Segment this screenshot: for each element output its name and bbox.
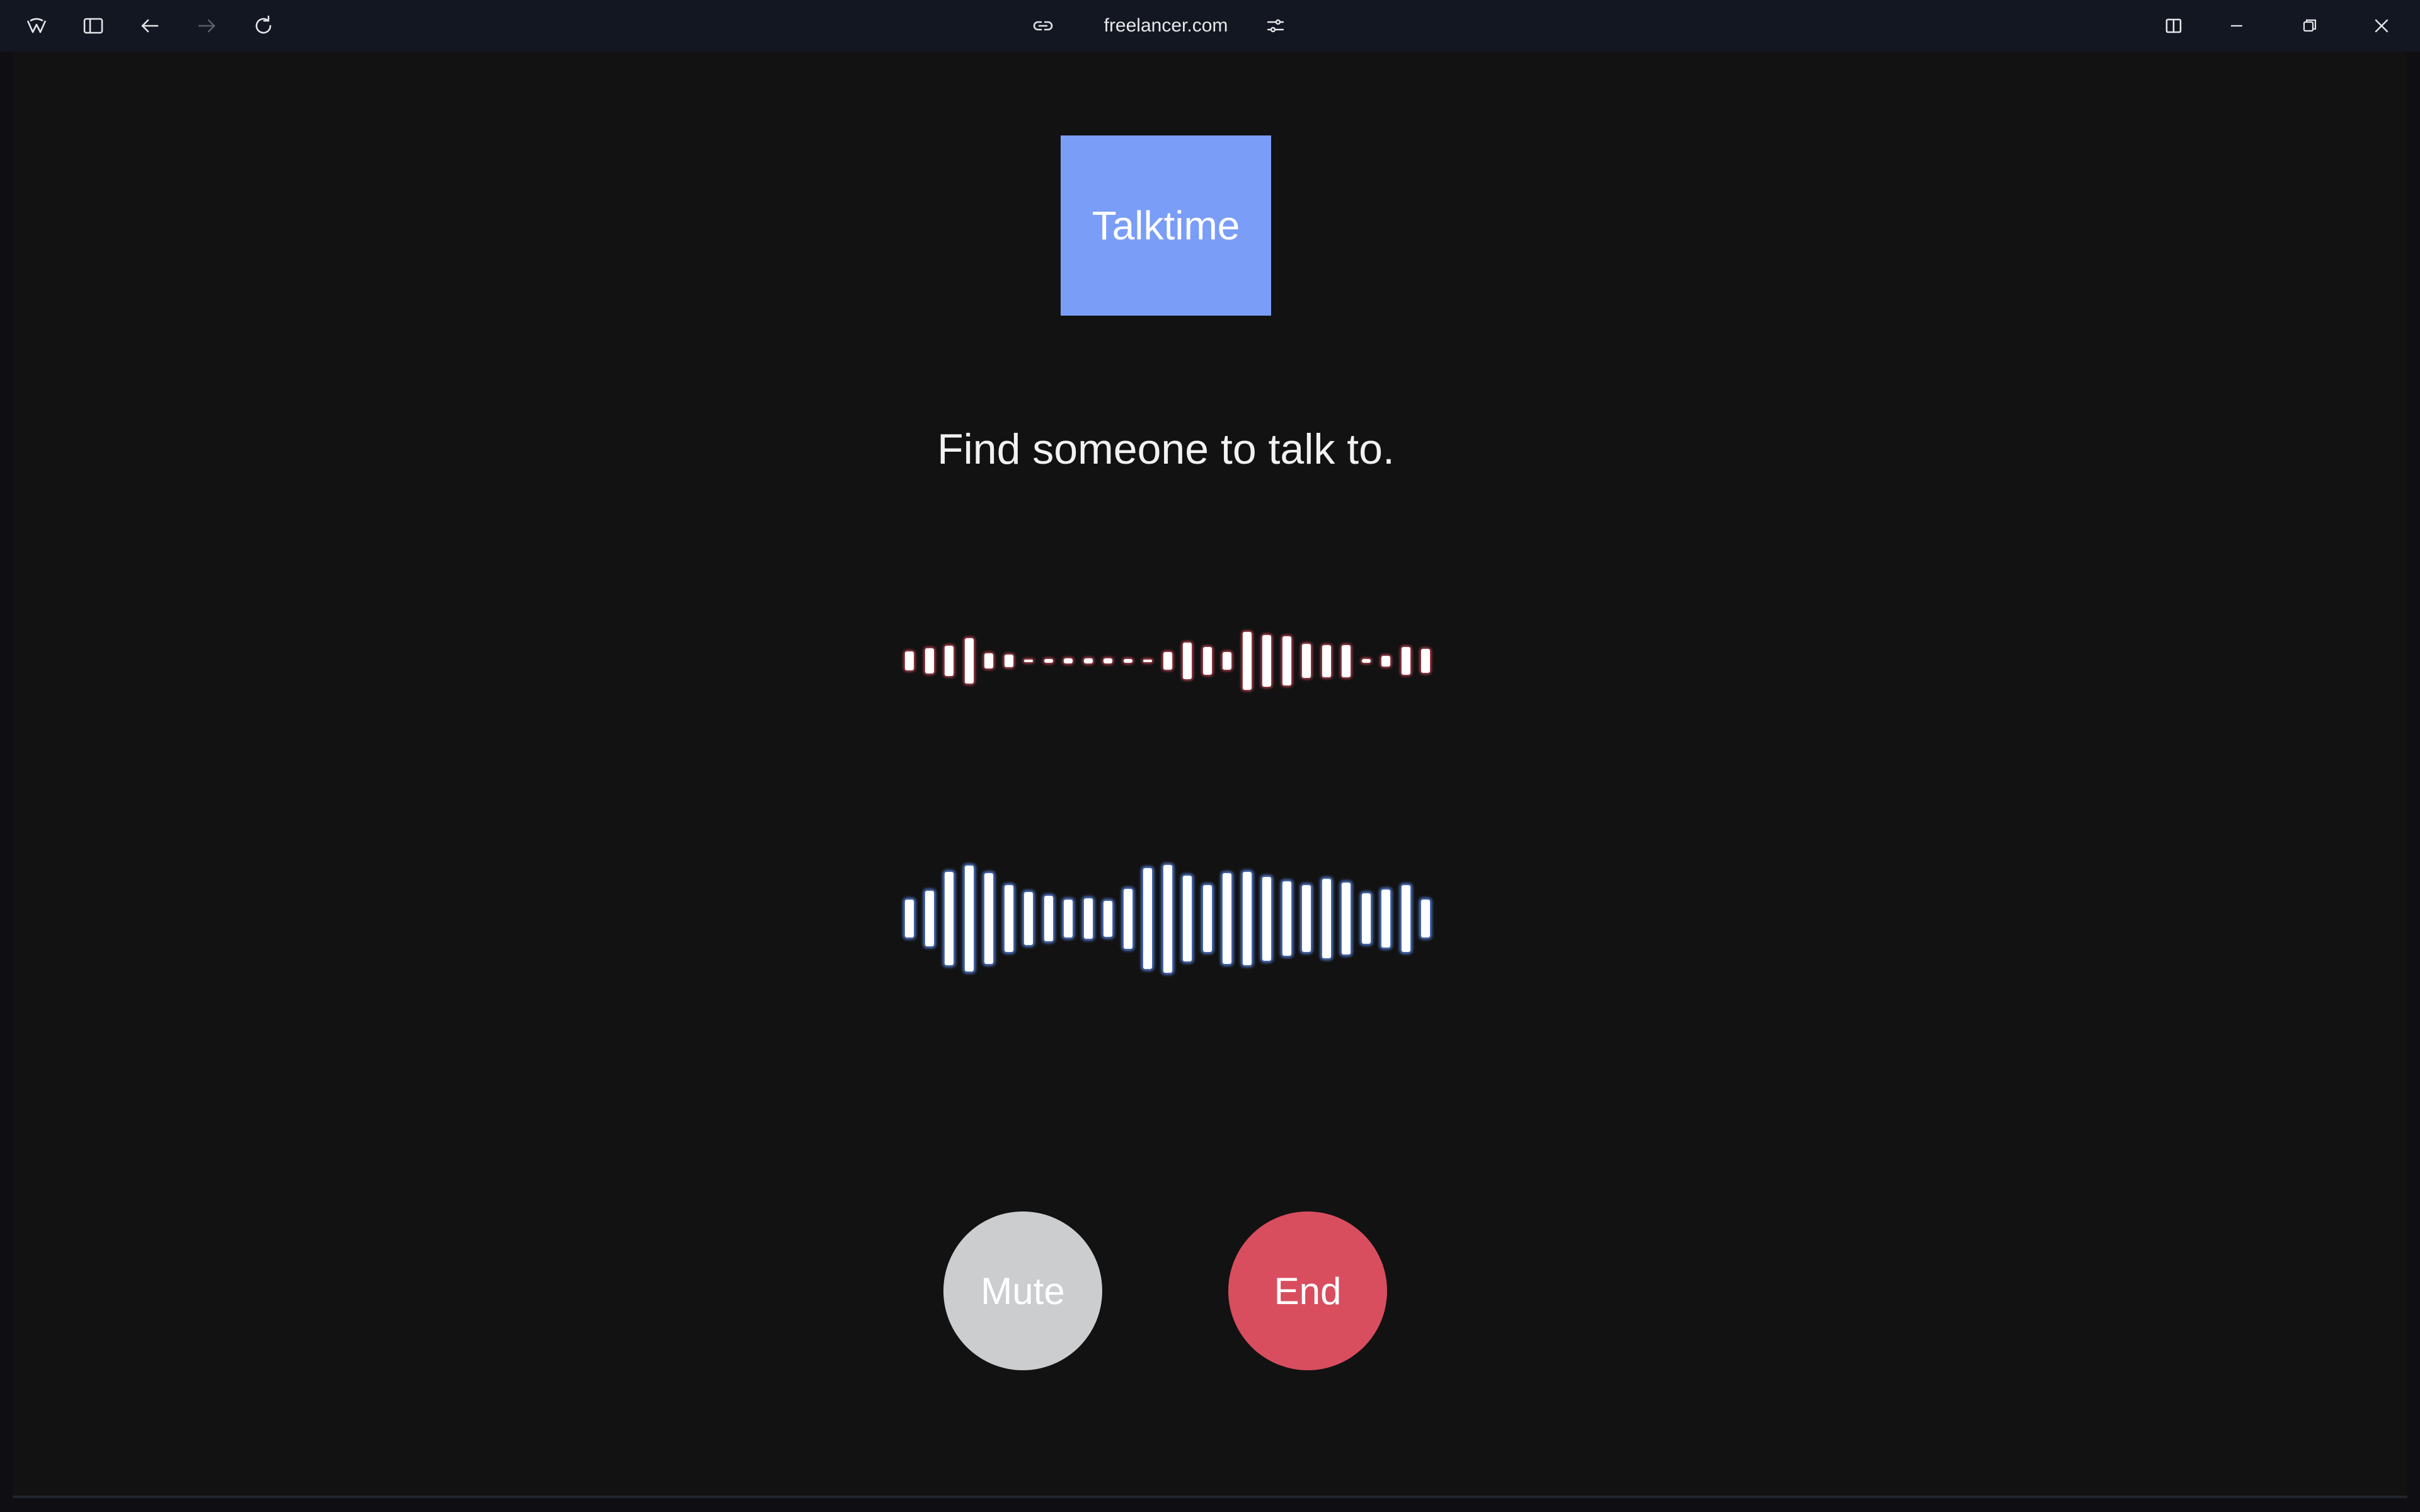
waveform-bar — [1004, 885, 1013, 953]
local-audio-waveform — [905, 856, 1434, 982]
waveform-bar — [1202, 646, 1212, 675]
waveform-bar — [1143, 868, 1152, 969]
waveform-bar — [1083, 898, 1093, 939]
waveform-bar — [1302, 885, 1311, 953]
waveform-bar — [1322, 644, 1331, 677]
remote-audio-waveform — [905, 598, 1434, 724]
waveform-bar — [1044, 658, 1053, 663]
waveform-bar — [1183, 643, 1192, 679]
waveform-bar — [1183, 875, 1192, 962]
waveform-bar — [1302, 643, 1311, 679]
waveform-bar — [925, 891, 934, 946]
waveform-bar — [1381, 890, 1390, 948]
waveform-bar — [1083, 658, 1093, 664]
waveform-bar — [1223, 652, 1231, 670]
waveform-bar — [1342, 644, 1351, 677]
waveform-bar — [1361, 658, 1371, 663]
waveform-bar — [1401, 885, 1410, 953]
browser-titlebar: freelancer.com — [0, 0, 2420, 52]
site-settings-icon[interactable] — [1258, 8, 1293, 43]
waveform-bar — [1322, 879, 1331, 958]
page-viewport: Talktime Find someone to talk to. Mute E… — [13, 52, 2407, 1498]
waveform-bar — [1064, 658, 1073, 664]
waveform-bar — [1381, 655, 1390, 667]
waveform-bar — [1262, 635, 1271, 687]
waveform-bar — [964, 638, 974, 684]
waveform-bar — [1123, 888, 1132, 949]
waveform-bar — [1223, 873, 1231, 965]
mute-button-label: Mute — [981, 1269, 1065, 1312]
waveform-bar — [1064, 899, 1073, 938]
waveform-bar — [1163, 864, 1172, 973]
waveform-bar — [1361, 893, 1371, 944]
waveform-bar — [1342, 883, 1351, 954]
waveform-bar — [945, 871, 954, 966]
minimize-icon[interactable] — [2219, 8, 2254, 43]
waveform-bar — [1242, 871, 1252, 966]
waveform-bar — [905, 899, 914, 938]
waveform-bar — [1401, 646, 1410, 675]
waveform-bar — [1004, 654, 1013, 668]
waveform-bar — [1202, 885, 1212, 953]
waveform-bar — [1024, 660, 1033, 662]
waveform-bar — [1421, 649, 1430, 673]
waveform-bar — [964, 866, 974, 971]
waveform-bar — [1143, 660, 1152, 662]
waveform-bar — [1163, 652, 1172, 670]
logo-text: Talktime — [1092, 203, 1240, 248]
waveform-bar — [1282, 636, 1291, 686]
split-view-icon[interactable] — [2156, 8, 2191, 43]
sidebar-toggle-icon[interactable] — [76, 8, 111, 43]
waveform-bar — [925, 648, 934, 674]
waveform-bar — [1103, 658, 1112, 664]
back-arrow-icon[interactable] — [132, 8, 168, 43]
waveform-bar — [1103, 900, 1112, 937]
waveform-bar — [1262, 876, 1271, 961]
waveform-bar — [1123, 658, 1132, 663]
waveform-bar — [984, 873, 993, 965]
app-logo-icon[interactable] — [19, 8, 54, 43]
waveform-bar — [1421, 899, 1430, 938]
close-icon[interactable] — [2364, 8, 2399, 43]
end-button-label: End — [1274, 1269, 1342, 1312]
waveform-bar — [945, 646, 954, 676]
waveform-bar — [1044, 895, 1053, 942]
address-text: freelancer.com — [1103, 15, 1228, 36]
restore-icon[interactable] — [2292, 8, 2327, 43]
waveform-bar — [1242, 632, 1252, 690]
waveform-bar — [1024, 892, 1033, 945]
page-tagline: Find someone to talk to. — [937, 425, 1395, 473]
reload-icon[interactable] — [246, 8, 281, 43]
end-call-button[interactable]: End — [1228, 1211, 1387, 1370]
forward-arrow-icon — [189, 8, 224, 43]
waveform-bar — [905, 651, 914, 671]
waveform-bar — [984, 653, 993, 668]
talktime-logo: Talktime — [1061, 135, 1271, 316]
waveform-bar — [1282, 881, 1291, 956]
mute-button[interactable]: Mute — [943, 1211, 1102, 1370]
